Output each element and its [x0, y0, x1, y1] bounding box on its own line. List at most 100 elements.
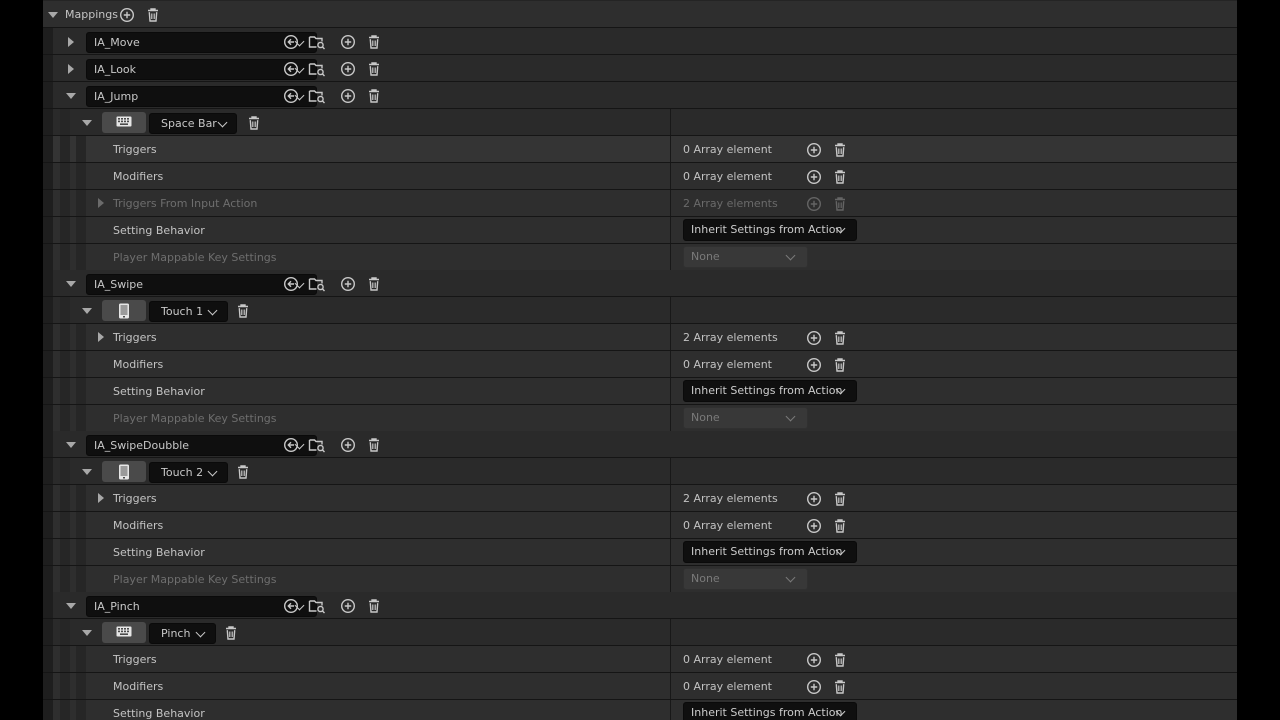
- trash-icon[interactable]: [366, 598, 382, 614]
- browse-folder-icon[interactable]: [308, 88, 325, 104]
- browse-folder-icon[interactable]: [308, 34, 325, 50]
- browse-folder-icon[interactable]: [308, 437, 325, 453]
- tree-guide: [60, 646, 70, 673]
- add-icon[interactable]: [806, 357, 822, 373]
- collapse-arrow-icon[interactable]: [48, 12, 58, 18]
- trash-icon[interactable]: [832, 169, 848, 185]
- column-splitter[interactable]: [670, 190, 671, 216]
- trash-icon[interactable]: [366, 437, 382, 453]
- browse-folder-icon[interactable]: [308, 276, 325, 292]
- expand-arrow-icon[interactable]: [98, 493, 104, 503]
- collapse-arrow-icon[interactable]: [66, 93, 76, 99]
- tree-guide: [43, 566, 53, 593]
- collapse-arrow-icon[interactable]: [82, 120, 92, 126]
- browse-folder-icon[interactable]: [308, 61, 325, 77]
- column-splitter[interactable]: [670, 109, 671, 135]
- trash-icon[interactable]: [832, 652, 848, 668]
- column-splitter[interactable]: [670, 485, 671, 511]
- add-icon[interactable]: [340, 276, 356, 292]
- use-selected-arrow-icon[interactable]: [283, 276, 299, 292]
- expand-arrow-icon[interactable]: [98, 332, 104, 342]
- use-selected-arrow-icon[interactable]: [283, 88, 299, 104]
- column-splitter[interactable]: [670, 539, 671, 565]
- trash-icon[interactable]: [235, 303, 251, 319]
- trash-icon[interactable]: [235, 464, 251, 480]
- collapse-arrow-icon[interactable]: [82, 469, 92, 475]
- expand-arrow-icon[interactable]: [68, 37, 74, 47]
- setting-behavior-dropdown[interactable]: Inherit Settings from Action: [683, 380, 857, 402]
- column-splitter[interactable]: [670, 324, 671, 350]
- column-splitter[interactable]: [670, 378, 671, 404]
- trash-icon[interactable]: [832, 518, 848, 534]
- use-selected-arrow-icon[interactable]: [283, 598, 299, 614]
- add-icon[interactable]: [119, 7, 135, 23]
- add-icon[interactable]: [806, 142, 822, 158]
- use-selected-arrow-icon[interactable]: [283, 437, 299, 453]
- trash-icon[interactable]: [223, 625, 239, 641]
- tree-guide: [60, 700, 70, 720]
- trash-icon[interactable]: [366, 34, 382, 50]
- collapse-arrow-icon[interactable]: [82, 308, 92, 314]
- column-splitter[interactable]: [670, 405, 671, 431]
- setting-behavior-dropdown[interactable]: Inherit Settings from Action: [683, 541, 857, 563]
- trash-icon[interactable]: [832, 357, 848, 373]
- column-splitter[interactable]: [670, 566, 671, 592]
- touch-device-icon[interactable]: [102, 461, 146, 482]
- trash-icon[interactable]: [366, 276, 382, 292]
- key-select[interactable]: Space Bar: [149, 113, 237, 134]
- column-splitter[interactable]: [670, 646, 671, 672]
- setting-behavior-dropdown[interactable]: Inherit Settings from Action: [683, 702, 857, 720]
- column-splitter[interactable]: [670, 351, 671, 377]
- column-splitter[interactable]: [670, 163, 671, 189]
- add-icon[interactable]: [806, 491, 822, 507]
- trash-icon[interactable]: [145, 7, 161, 23]
- keyboard-icon[interactable]: [102, 112, 146, 133]
- keyboard-icon[interactable]: [102, 622, 146, 643]
- use-selected-arrow-icon[interactable]: [283, 34, 299, 50]
- action-row-swipedouble: IA_SwipeDoubble: [43, 431, 1237, 458]
- key-select[interactable]: Touch 2: [149, 462, 228, 483]
- column-splitter[interactable]: [670, 217, 671, 243]
- expand-arrow-icon[interactable]: [98, 198, 104, 208]
- property-row-modifiers: Modifiers 0 Array element: [43, 512, 1237, 539]
- collapse-arrow-icon[interactable]: [82, 630, 92, 636]
- trash-icon[interactable]: [832, 142, 848, 158]
- add-icon[interactable]: [806, 169, 822, 185]
- add-icon[interactable]: [340, 598, 356, 614]
- column-splitter[interactable]: [670, 673, 671, 699]
- add-icon[interactable]: [806, 652, 822, 668]
- key-select[interactable]: Touch 1: [149, 301, 228, 322]
- tree-guide: [43, 28, 53, 55]
- collapse-arrow-icon[interactable]: [66, 281, 76, 287]
- add-icon[interactable]: [340, 88, 356, 104]
- column-splitter[interactable]: [670, 512, 671, 538]
- collapse-arrow-icon[interactable]: [66, 442, 76, 448]
- column-splitter[interactable]: [670, 458, 671, 484]
- column-splitter[interactable]: [670, 700, 671, 720]
- add-icon[interactable]: [806, 330, 822, 346]
- trash-icon[interactable]: [366, 61, 382, 77]
- tree-guide: [76, 539, 86, 566]
- trash-icon[interactable]: [246, 115, 262, 131]
- add-icon[interactable]: [806, 518, 822, 534]
- add-icon[interactable]: [340, 34, 356, 50]
- column-splitter[interactable]: [670, 244, 671, 270]
- touch-device-icon[interactable]: [102, 300, 146, 321]
- add-icon[interactable]: [806, 679, 822, 695]
- trash-icon[interactable]: [832, 491, 848, 507]
- tree-guide: [43, 351, 53, 378]
- trash-icon[interactable]: [832, 330, 848, 346]
- setting-behavior-dropdown[interactable]: Inherit Settings from Action: [683, 219, 857, 241]
- add-icon[interactable]: [340, 437, 356, 453]
- trash-icon[interactable]: [832, 679, 848, 695]
- trash-icon[interactable]: [366, 88, 382, 104]
- column-splitter[interactable]: [670, 619, 671, 645]
- column-splitter[interactable]: [670, 297, 671, 323]
- browse-folder-icon[interactable]: [308, 598, 325, 614]
- expand-arrow-icon[interactable]: [68, 64, 74, 74]
- key-select[interactable]: Pinch: [149, 623, 216, 644]
- use-selected-arrow-icon[interactable]: [283, 61, 299, 77]
- column-splitter[interactable]: [670, 136, 671, 162]
- collapse-arrow-icon[interactable]: [66, 603, 76, 609]
- add-icon[interactable]: [340, 61, 356, 77]
